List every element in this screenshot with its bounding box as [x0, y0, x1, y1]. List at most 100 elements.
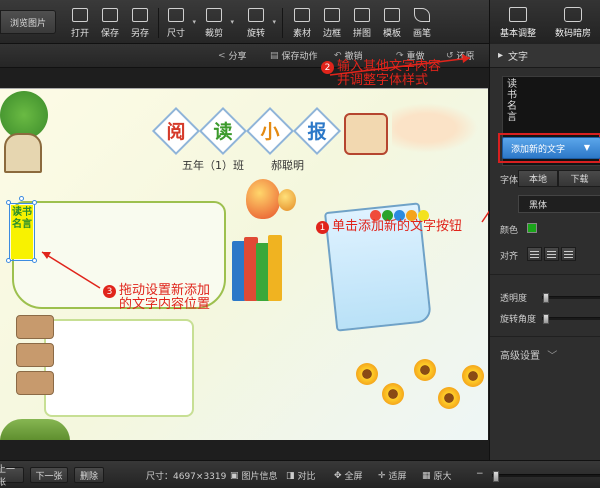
align-right-icon	[564, 251, 573, 252]
signpost-plank	[16, 371, 54, 395]
basic-adjust-label: 基本调整	[499, 29, 536, 39]
step-badge: 3	[103, 285, 116, 298]
rotation-slider-knob[interactable]	[543, 314, 550, 324]
crop-button[interactable]: 裁剪 ▾	[200, 6, 234, 40]
rotate-handle[interactable]	[19, 196, 24, 201]
material-label: 素材	[292, 29, 311, 39]
panel-title: 文字	[508, 52, 529, 63]
align-right-button[interactable]	[561, 247, 576, 261]
template-label: 模板	[382, 29, 401, 39]
border-button[interactable]: 边框	[318, 6, 346, 40]
poster-title-char: 读	[213, 121, 233, 143]
advanced-settings-toggle[interactable]: 高级设置 ﹀	[500, 347, 557, 362]
font-tab-download[interactable]: 下载	[558, 170, 600, 187]
poster-title-char: 报	[307, 121, 327, 143]
image-info-button[interactable]: ▣ 图片信息	[230, 469, 278, 483]
collage-icon	[354, 8, 370, 22]
collage-label: 拼图	[352, 29, 371, 39]
fullscreen-button[interactable]: ✥ 全屏	[334, 469, 363, 483]
rotate-button[interactable]: 旋转 ▾	[242, 6, 276, 40]
sunflower	[382, 383, 404, 405]
grass-illustration	[0, 419, 70, 440]
text-color-swatch[interactable]	[527, 223, 537, 233]
panel-header[interactable]: ▸ 文字	[490, 44, 600, 68]
compare-label: 对比	[297, 472, 316, 482]
poster-image[interactable]	[0, 88, 488, 440]
brush-button[interactable]: 画笔	[408, 6, 436, 40]
template-button[interactable]: 模板	[378, 6, 406, 40]
poster-title-char: 小	[260, 121, 280, 143]
step-badge: 2	[321, 61, 334, 74]
birdhouse-illustration	[4, 133, 42, 173]
chevron-down-icon: ﹀	[547, 351, 558, 362]
chevron-down-icon[interactable]: ▾	[230, 18, 234, 26]
align-left-button[interactable]	[527, 247, 542, 261]
resize-handle[interactable]	[6, 200, 11, 205]
basic-adjust-button[interactable]: 基本调整	[492, 6, 544, 40]
brush-icon	[414, 8, 430, 22]
zoom-out-icon[interactable]: −	[476, 469, 484, 479]
resize-handle[interactable]	[32, 200, 37, 205]
font-tab-local[interactable]: 本地	[518, 170, 558, 187]
compare-icon: ◨	[286, 470, 295, 481]
author-name-text: 郝聪明	[271, 159, 304, 172]
poster-title-char: 阅	[166, 121, 186, 143]
save-action-button[interactable]: ▤ 保存动作	[270, 49, 318, 63]
open-icon	[72, 8, 88, 22]
save-button[interactable]: 保存	[96, 6, 124, 40]
chevron-down-icon[interactable]: ▼	[584, 143, 590, 152]
signpost-plank	[16, 343, 54, 367]
open-button[interactable]: 打开	[66, 6, 94, 40]
selection-box[interactable]	[9, 203, 35, 261]
zoom-slider[interactable]	[492, 471, 600, 482]
save-as-button[interactable]: 另存	[126, 6, 154, 40]
opacity-slider-knob[interactable]	[543, 293, 550, 303]
resize-handle[interactable]	[32, 258, 37, 263]
opacity-slider[interactable]	[542, 293, 600, 303]
restore-icon: ↺	[446, 50, 454, 61]
original-size-icon: ▦	[422, 470, 431, 481]
info-icon: ▣	[230, 470, 239, 481]
children-illustration	[392, 103, 478, 153]
previous-image-button[interactable]: 上一张	[0, 465, 24, 488]
record-icon: ▤	[270, 50, 279, 61]
annotation-step-1: 1 单击添加新的文字按钮	[316, 220, 462, 234]
add-new-text-button[interactable]: 添加新的文字 ▼	[502, 137, 600, 159]
resize-button[interactable]: 尺寸 ▾	[162, 6, 196, 40]
text-panel: ▸ 文字 读书名言 添加新的文字 ▼ 字体 本地 下载 黑体 颜色 对齐 透明度…	[489, 44, 600, 460]
material-button[interactable]: 素材	[288, 6, 316, 40]
doghouse-illustration	[344, 113, 388, 155]
align-center-button[interactable]	[544, 247, 559, 261]
font-family-select[interactable]: 黑体	[518, 195, 600, 213]
share-icon: <	[218, 50, 226, 61]
brush-label: 画笔	[412, 29, 431, 39]
border-label: 边框	[322, 29, 341, 39]
image-size-text: 尺寸：4697×3319	[146, 472, 227, 482]
browse-images-button[interactable]: 浏览图片	[0, 10, 56, 34]
compare-button[interactable]: ◨ 对比	[286, 469, 316, 483]
signpost-plank	[16, 315, 54, 339]
zoom-slider-knob[interactable]	[493, 471, 500, 482]
delete-button[interactable]: 删除	[74, 467, 104, 483]
fit-screen-button[interactable]: ✛ 适屏	[378, 469, 407, 483]
sunflower	[414, 359, 436, 381]
align-left-icon	[530, 251, 539, 252]
original-size-button[interactable]: ▦ 原大	[422, 469, 452, 483]
annotation-text-line2: 并调整字体样式	[337, 73, 429, 88]
save-action-label: 保存动作	[281, 52, 318, 62]
original-size-label: 原大	[433, 472, 452, 482]
border-icon	[324, 8, 340, 22]
darkroom-button[interactable]: 数码暗房	[547, 6, 599, 40]
chevron-down-icon[interactable]: ▾	[272, 18, 276, 26]
next-image-button[interactable]: 下一张	[30, 467, 68, 483]
chevron-down-icon[interactable]: ▾	[192, 18, 196, 26]
resize-icon	[168, 8, 184, 22]
resize-handle[interactable]	[6, 258, 11, 263]
restore-button[interactable]: ↺ 还原	[446, 49, 475, 63]
restore-label: 还原	[456, 52, 475, 62]
rotation-label: 旋转角度	[500, 315, 537, 325]
crop-icon	[206, 8, 222, 22]
collage-button[interactable]: 拼图	[348, 6, 376, 40]
share-button[interactable]: < 分享	[218, 49, 247, 63]
rotation-slider[interactable]	[542, 314, 600, 324]
